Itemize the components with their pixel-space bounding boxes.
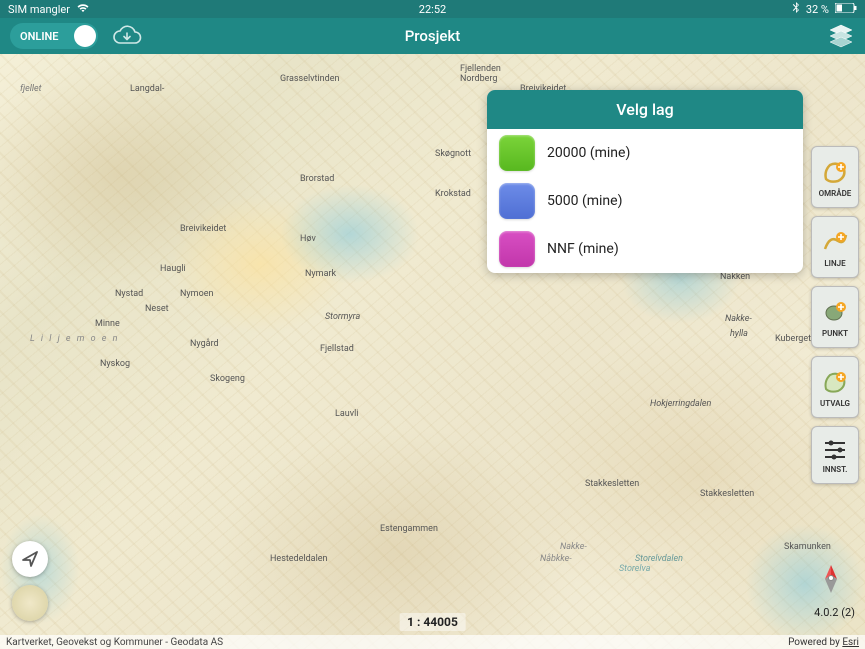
tool-label: LINJE <box>824 259 845 268</box>
app-version-label: 4.0.2 (2) <box>814 606 855 619</box>
map-place-label: Nakken <box>720 272 750 282</box>
tool-label: UTVALG <box>820 399 850 408</box>
point-plus-icon <box>820 297 850 327</box>
map-place-label: Neset <box>145 304 169 314</box>
map-place-label: Nymark <box>305 269 336 279</box>
layer-item-label: 5000 (mine) <box>547 193 622 209</box>
map-place-label: Hokjerringdalen <box>650 399 711 409</box>
device-status-bar: SIM mangler 22:52 32 % <box>0 0 865 18</box>
map-place-label: Storelva <box>619 564 650 574</box>
map-place-label: hylla <box>730 329 748 339</box>
compass-button[interactable] <box>819 563 843 599</box>
tool-point-button[interactable]: PUNKT <box>811 286 859 348</box>
map-place-label: Fjellstad <box>320 344 354 354</box>
map-place-label: Brorstad <box>300 174 334 184</box>
map-place-label: Breivikeidet <box>180 224 226 234</box>
map-scale-label: 1 : 44005 <box>399 613 466 631</box>
page-title: Prosjekt <box>405 27 461 45</box>
map-place-label: Fjellenden <box>460 64 501 74</box>
map-place-label: Nygård <box>190 339 219 349</box>
clock: 22:52 <box>419 3 446 16</box>
layer-swatch-icon <box>499 183 535 219</box>
map-place-label: Skøgnott <box>435 149 471 159</box>
toggle-knob <box>74 25 96 47</box>
map-place-label: Hestedeldalen <box>270 554 328 564</box>
minimap-button[interactable] <box>12 585 48 621</box>
tool-label: PUNKT <box>822 329 848 338</box>
layers-button[interactable] <box>827 23 855 53</box>
drawing-tools-panel: OMRÅDE LINJE PUNKT UTVALG INNST. <box>811 146 859 484</box>
attribution-right: Powered by Esri <box>788 637 859 648</box>
tool-label: INNST. <box>823 465 848 474</box>
tool-area-button[interactable]: OMRÅDE <box>811 146 859 208</box>
map-place-label: fjellet <box>20 84 41 94</box>
map-place-label: Haugli <box>160 264 186 274</box>
layer-item-5000[interactable]: 5000 (mine) <box>487 177 803 225</box>
layer-swatch-icon <box>499 231 535 267</box>
map-place-label: Stormyra <box>325 312 360 322</box>
map-place-label: Nymoen <box>180 289 213 299</box>
carrier-label: SIM mangler <box>8 3 70 16</box>
layer-item-20000[interactable]: 20000 (mine) <box>487 129 803 177</box>
online-label: ONLINE <box>20 30 58 43</box>
selection-plus-icon <box>820 367 850 397</box>
map-canvas[interactable]: fjellet Langdal- Grasselvtinden Breivike… <box>0 54 865 649</box>
map-place-label: Nakke- <box>560 542 587 552</box>
map-place-label: Nyskog <box>100 359 130 369</box>
layer-selection-popup: Velg lag 20000 (mine) 5000 (mine) NNF (m… <box>487 90 803 273</box>
attribution-bar: Kartverket, Geovekst og Kommuner - Geoda… <box>0 635 865 649</box>
download-button[interactable] <box>110 23 144 49</box>
tool-settings-button[interactable]: INNST. <box>811 426 859 484</box>
layer-item-label: NNF (mine) <box>547 241 619 257</box>
map-place-label: Stakkesletten <box>585 479 639 489</box>
tool-selection-button[interactable]: UTVALG <box>811 356 859 418</box>
esri-link[interactable]: Esri <box>842 637 859 648</box>
attribution-left: Kartverket, Geovekst og Kommuner - Geoda… <box>6 637 223 648</box>
compass-icon <box>819 563 843 595</box>
line-plus-icon <box>820 227 850 257</box>
map-place-label: Nordberg <box>460 74 497 84</box>
map-place-label: Skamunken <box>784 542 831 552</box>
bluetooth-icon <box>792 2 800 17</box>
map-place-label: Høv <box>300 234 316 244</box>
map-place-label: Minne <box>95 319 120 329</box>
map-place-label: Nåbkke- <box>540 554 572 564</box>
app-header: ONLINE Prosjekt <box>0 18 865 54</box>
polygon-plus-icon <box>820 157 850 187</box>
battery-icon <box>835 3 857 16</box>
layer-popup-title: Velg lag <box>487 90 803 129</box>
map-place-label: Krokstad <box>435 189 471 199</box>
tool-line-button[interactable]: LINJE <box>811 216 859 278</box>
map-place-label: Grasselvtinden <box>280 74 339 84</box>
battery-pct: 32 % <box>806 3 829 16</box>
map-place-label: Lauvli <box>335 409 358 419</box>
sliders-icon <box>822 437 848 463</box>
tool-label: OMRÅDE <box>819 189 852 198</box>
location-arrow-icon <box>20 549 40 569</box>
map-place-label: Skogeng <box>210 374 245 384</box>
layer-item-nnf[interactable]: NNF (mine) <box>487 225 803 273</box>
wifi-icon <box>76 3 90 16</box>
powered-by-label: Powered by <box>788 637 842 648</box>
locate-me-button[interactable] <box>12 541 48 577</box>
map-place-label: Stakkesletten <box>700 489 754 499</box>
map-place-label: Langdal- <box>130 84 164 94</box>
layer-item-label: 20000 (mine) <box>547 145 630 161</box>
map-place-label: Kuberget <box>775 334 811 344</box>
map-place-label: Nakke- <box>725 314 752 324</box>
map-place-label: Estengammen <box>380 524 438 534</box>
map-place-label: Nystad <box>115 289 143 299</box>
online-toggle[interactable]: ONLINE <box>10 23 98 49</box>
map-place-label: L i l j e m o e n <box>30 334 119 344</box>
layer-swatch-icon <box>499 135 535 171</box>
map-place-label: Storelvdalen <box>635 554 683 564</box>
